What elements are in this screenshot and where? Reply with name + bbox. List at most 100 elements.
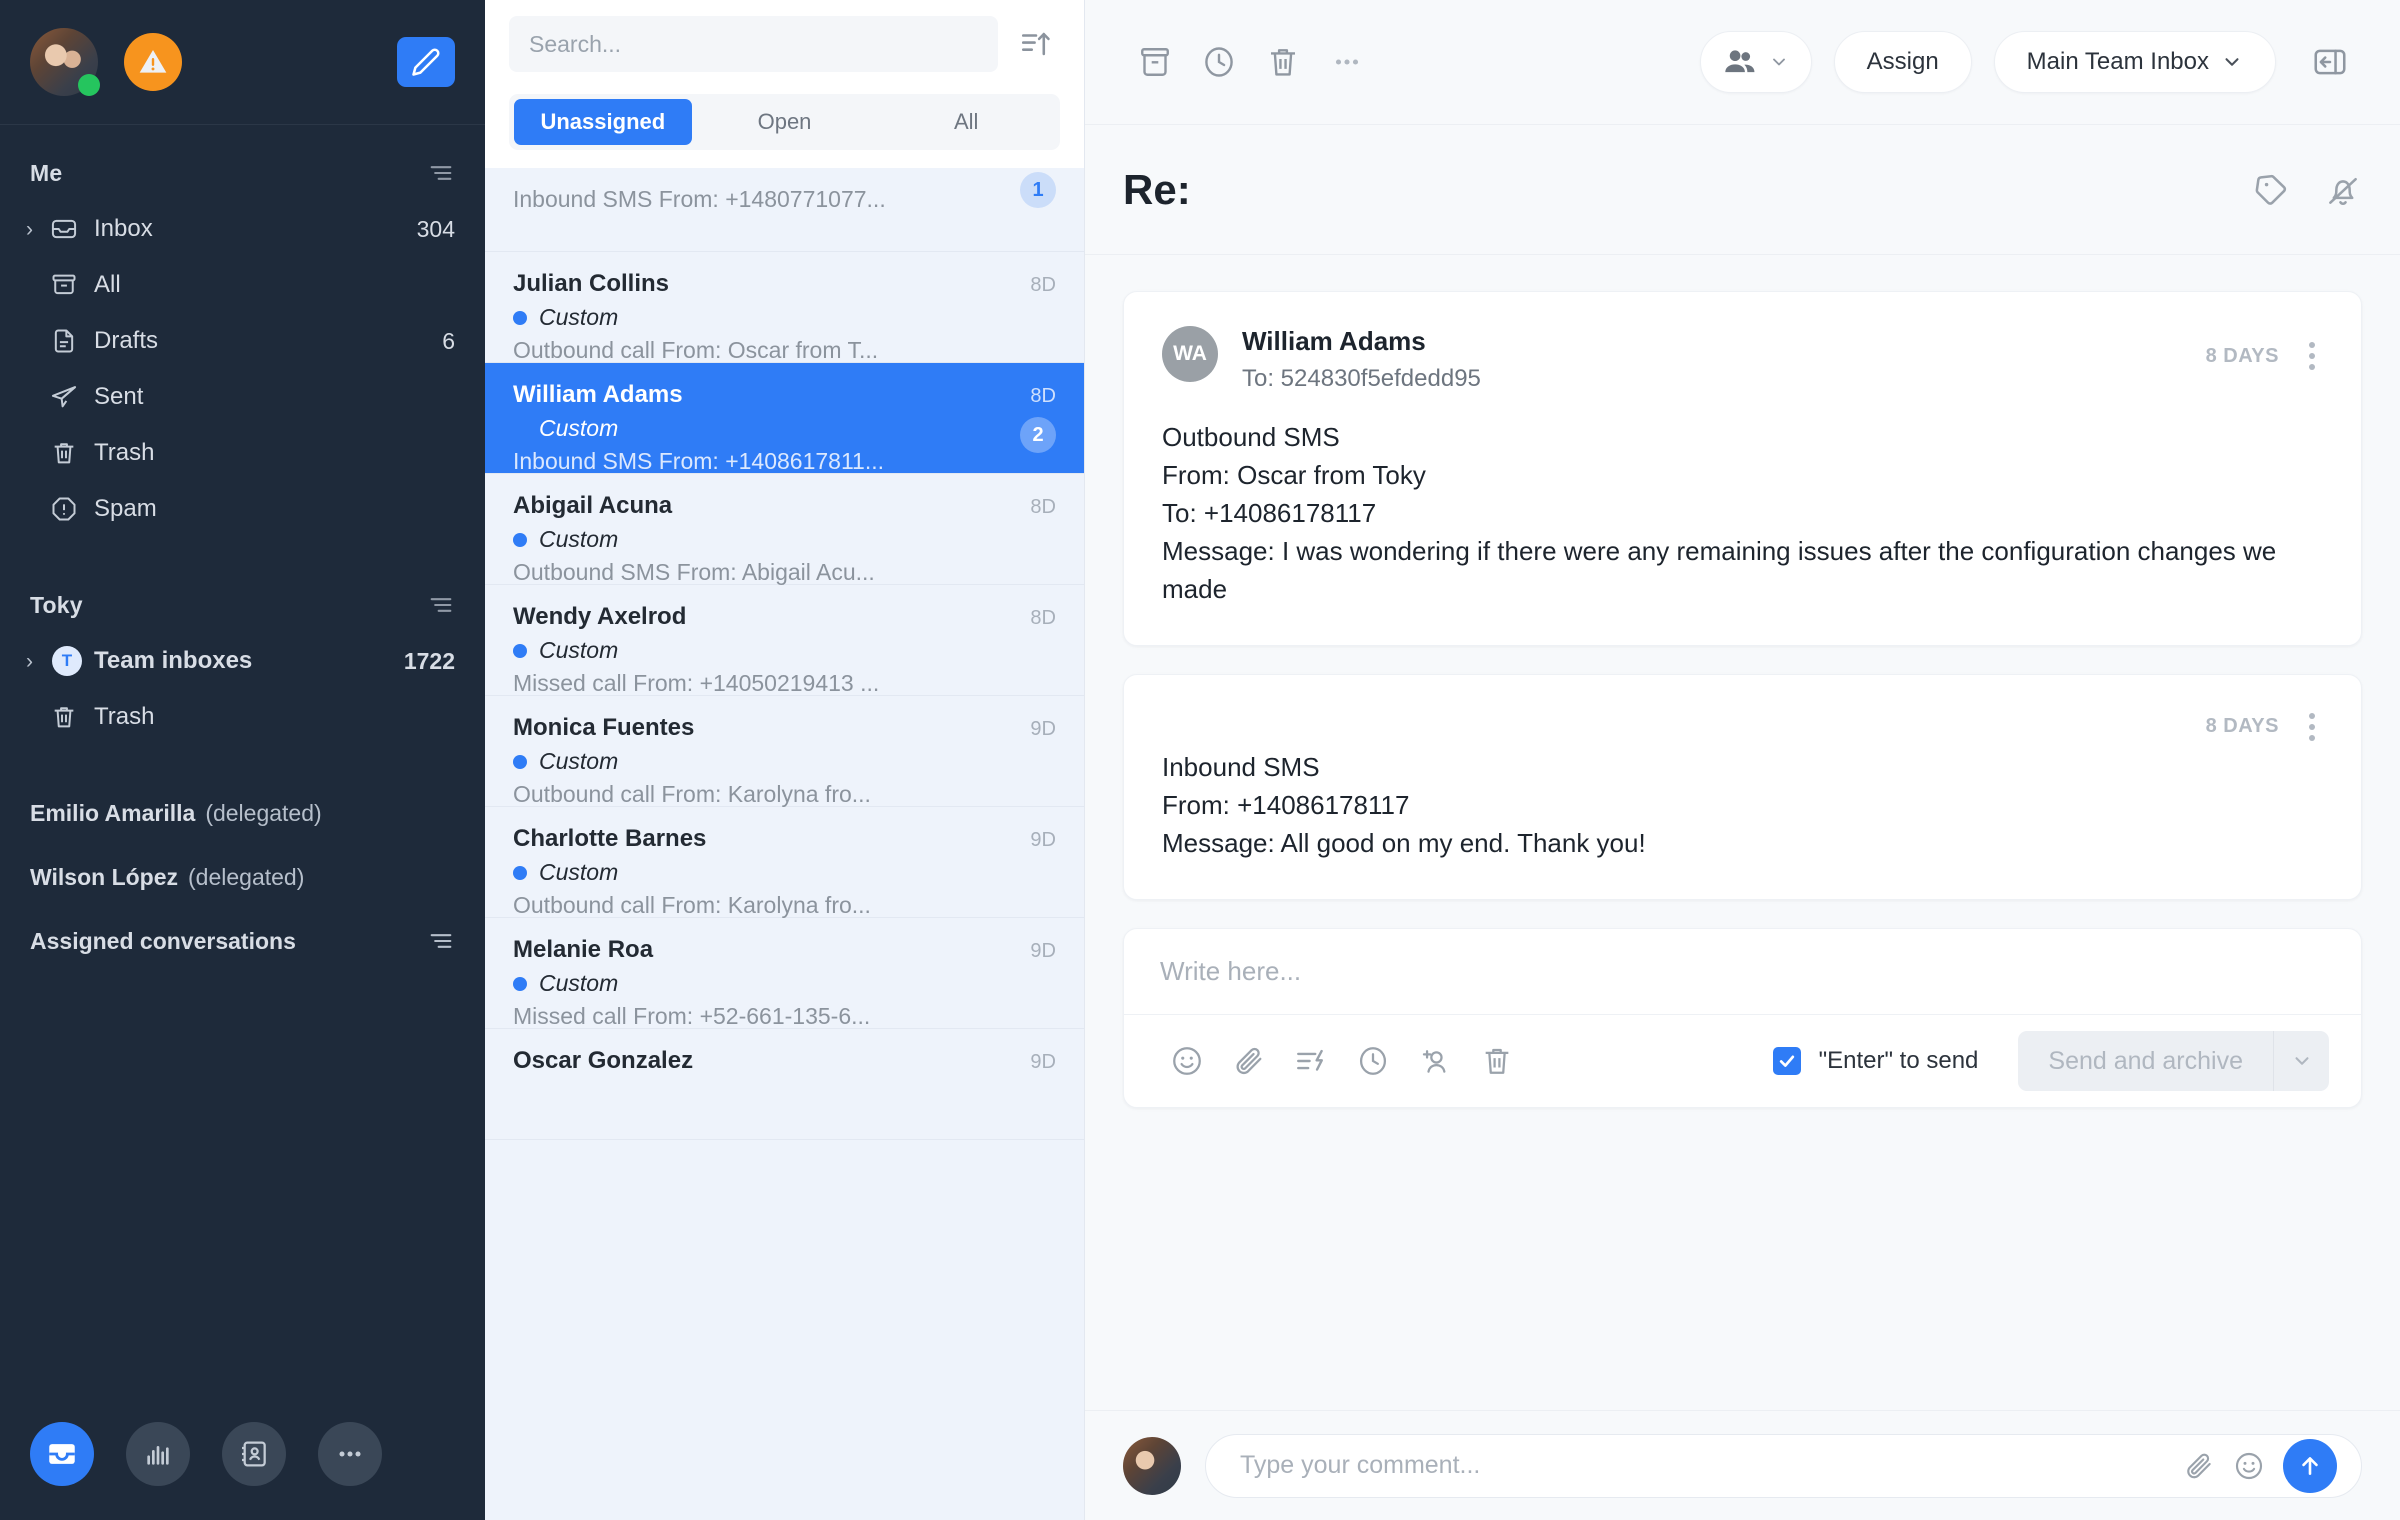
sidebar-bottom-nav xyxy=(0,1422,485,1486)
canned-response-icon[interactable] xyxy=(1280,1030,1342,1092)
attachment-icon[interactable] xyxy=(2183,1450,2215,1482)
message-count-badge: 2 xyxy=(1020,417,1056,453)
collapse-panel-icon[interactable] xyxy=(2298,30,2362,94)
archive-icon[interactable] xyxy=(1123,30,1187,94)
message-body: Inbound SMS From: +14086178117 Message: … xyxy=(1162,749,2323,863)
participants-button[interactable] xyxy=(1699,31,1812,93)
list-item-age: 9D xyxy=(1030,829,1056,851)
sidebar-item-label: Team inboxes xyxy=(94,647,253,674)
filter-icon[interactable] xyxy=(427,159,455,187)
sidebar-item-delegated-emilio[interactable]: Emilio Amarilla (delegated) xyxy=(0,781,485,845)
list-item[interactable]: Charlotte Barnes 9D Custom Outbound call… xyxy=(485,807,1084,918)
list-item-tag: Custom xyxy=(539,304,619,330)
sidebar-item-drafts[interactable]: › Drafts 6 xyxy=(0,313,485,369)
chevron-down-icon xyxy=(2221,51,2243,73)
inbox-selector[interactable]: Main Team Inbox xyxy=(1993,31,2276,93)
clock-icon[interactable] xyxy=(1187,30,1251,94)
sidebar-item-spam[interactable]: › Spam xyxy=(0,481,485,537)
send-button-group: Send and archive xyxy=(2018,1030,2329,1091)
sidebar-item-assigned-conversations[interactable]: Assigned conversations xyxy=(0,909,485,973)
assign-button[interactable]: Assign xyxy=(1833,31,1972,93)
warning-triangle-icon[interactable] xyxy=(124,33,182,91)
avatar[interactable] xyxy=(30,28,100,96)
sidebar-item-inbox[interactable]: › Inbox 304 xyxy=(0,201,485,257)
online-status-dot xyxy=(78,74,100,96)
list-item-age: 9D xyxy=(1030,1051,1056,1073)
message-thread[interactable]: WA William Adams To: 524830f5efdedd95 8 … xyxy=(1085,255,2400,1410)
comment-input[interactable]: Type your comment... xyxy=(1240,1451,2165,1480)
sort-ascending-icon[interactable] xyxy=(1012,20,1060,68)
sidebar-item-delegated-wilson[interactable]: Wilson López (delegated) xyxy=(0,845,485,909)
reply-input[interactable]: Write here... xyxy=(1124,929,2361,1015)
tab-open[interactable]: Open xyxy=(696,99,874,145)
message-more-icon[interactable] xyxy=(2301,338,2323,374)
filter-icon[interactable] xyxy=(427,591,455,619)
sidebar-item-team-inboxes[interactable]: › T Team inboxes 1722 xyxy=(0,633,485,689)
trash-icon[interactable] xyxy=(1466,1030,1528,1092)
list-item-preview: Inbound SMS From: +1408617811... xyxy=(513,448,885,474)
message-age: 8 DAYS xyxy=(2205,344,2279,367)
list-item-name: Oscar Gonzalez xyxy=(513,1047,694,1074)
emoji-icon[interactable] xyxy=(2233,1450,2265,1482)
chevron-down-icon[interactable] xyxy=(2273,1030,2329,1091)
nav-analytics-icon[interactable] xyxy=(126,1422,190,1486)
alert-octagon-icon xyxy=(50,495,94,523)
sidebar-item-toky-trash[interactable]: › Trash xyxy=(0,689,485,745)
list-item-preview: Outbound SMS From: Abigail Acu... xyxy=(513,559,875,585)
filter-icon[interactable] xyxy=(427,927,455,955)
message-body: Outbound SMS From: Oscar from Toky To: +… xyxy=(1162,419,2323,609)
more-horizontal-icon[interactable] xyxy=(1315,30,1379,94)
nav-more-icon[interactable] xyxy=(318,1422,382,1486)
bell-off-icon[interactable] xyxy=(2324,171,2362,209)
team-badge-letter: T xyxy=(52,646,82,676)
compose-button[interactable] xyxy=(397,37,455,87)
unread-dot xyxy=(513,643,527,658)
list-item[interactable]: Melanie Roa 9D Custom Missed call From: … xyxy=(485,918,1084,1029)
sidebar-item-label: Trash xyxy=(94,703,155,730)
list-item[interactable]: Abigail Acuna 8D Custom Outbound SMS Fro… xyxy=(485,474,1084,585)
list-item-preview: Missed call From: +52-661-135-6... xyxy=(513,1003,871,1029)
nav-inbox-icon[interactable] xyxy=(30,1422,94,1486)
sidebar-item-sent[interactable]: › Sent xyxy=(0,369,485,425)
message-age: 8 DAYS xyxy=(2205,715,2279,738)
list-item-tag: Custom xyxy=(539,637,619,663)
trash-icon[interactable] xyxy=(1251,30,1315,94)
list-item[interactable]: Monica Fuentes 9D Custom Outbound call F… xyxy=(485,696,1084,807)
list-item-age: 9D xyxy=(1030,940,1056,962)
chevron-right-icon: › xyxy=(26,217,33,241)
paper-plane-icon xyxy=(50,383,94,411)
subject-bar: Re: xyxy=(1085,125,2400,255)
list-item-name: Abigail Acuna xyxy=(513,492,673,519)
attachment-icon[interactable] xyxy=(1218,1030,1280,1092)
list-item-preview: Missed call From: +14050219413 ... xyxy=(513,670,880,696)
comment-input-wrap[interactable]: Type your comment... xyxy=(1205,1433,2362,1498)
list-item[interactable]: 1 Inbound SMS From: +1480771077... xyxy=(485,172,1084,252)
list-item[interactable]: Julian Collins 8D Custom Outbound call F… xyxy=(485,252,1084,363)
conversation-list[interactable]: 1 Inbound SMS From: +1480771077... Julia… xyxy=(485,168,1084,1520)
page-title: Re: xyxy=(1123,165,1191,213)
schedule-icon[interactable] xyxy=(1342,1030,1404,1092)
list-item[interactable]: Wendy Axelrod 8D Custom Missed call From… xyxy=(485,585,1084,696)
list-item[interactable]: William Adams 8D Custom Inbound SMS From… xyxy=(485,363,1084,474)
send-and-archive-button[interactable]: Send and archive xyxy=(2018,1030,2273,1091)
sidebar-item-count: 304 xyxy=(416,215,455,242)
sidebar-item-trash[interactable]: › Trash xyxy=(0,425,485,481)
tab-all[interactable]: All xyxy=(877,99,1055,145)
message-card: 8 DAYS Inbound SMS From: +14086178117 Me… xyxy=(1123,673,2362,900)
list-item-age: 8D xyxy=(1030,274,1056,296)
message-more-icon[interactable] xyxy=(2301,709,2323,745)
sidebar-item-all[interactable]: › All xyxy=(0,257,485,313)
search-input[interactable] xyxy=(509,16,998,72)
add-contact-icon[interactable] xyxy=(1404,1030,1466,1092)
sidebar: Me › Inbox 304 › All › Dra xyxy=(0,0,485,1520)
conversation-filter-tabs: Unassigned Open All xyxy=(509,94,1060,150)
tag-icon[interactable] xyxy=(2252,171,2290,209)
tab-unassigned[interactable]: Unassigned xyxy=(514,99,692,145)
arrow-up-icon[interactable] xyxy=(2283,1438,2337,1493)
emoji-icon[interactable] xyxy=(1156,1030,1218,1092)
list-item[interactable]: Oscar Gonzalez 9D xyxy=(485,1029,1084,1140)
nav-contacts-icon[interactable] xyxy=(222,1422,286,1486)
message-recipient: To: 524830f5efdedd95 xyxy=(1242,365,1481,392)
enter-to-send-checkbox[interactable] xyxy=(1772,1046,1801,1075)
message-sender: William Adams xyxy=(1242,326,1426,356)
